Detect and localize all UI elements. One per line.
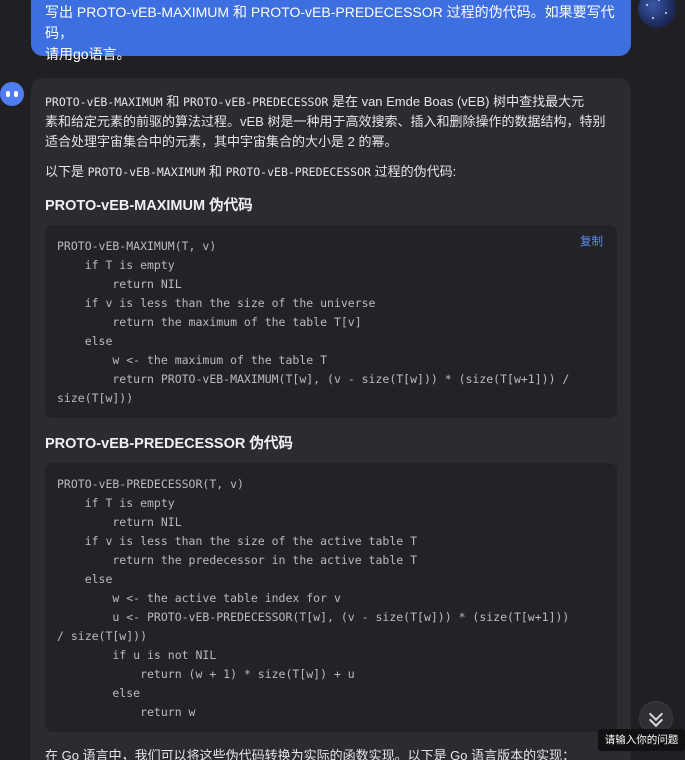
code-line: return w bbox=[57, 705, 196, 719]
code-line: return NIL bbox=[57, 515, 182, 529]
code-line: if u is not NIL bbox=[57, 648, 217, 662]
copy-button[interactable]: 复制 bbox=[580, 233, 603, 249]
code-line: size(T[w])) bbox=[57, 391, 134, 405]
user-message-bubble: 写出 PROTO-vEB-MAXIMUM 和 PROTO-vEB-PREDECE… bbox=[31, 0, 631, 62]
user-avatar-icon bbox=[638, 0, 676, 28]
code-line: w <- the active table index for v bbox=[57, 591, 341, 605]
code-line: if v is less than the size of the univer… bbox=[57, 296, 376, 310]
intro-and: 和 bbox=[162, 94, 183, 109]
intro-mono-maximum: PROTO-vEB-MAXIMUM bbox=[45, 95, 163, 109]
code-line: return the maximum of the table T[v] bbox=[57, 315, 362, 329]
lead-suffix: 过程的伪代码: bbox=[370, 164, 457, 179]
code-line: return PROTO-vEB-MAXIMUM(T[w], (v - size… bbox=[57, 372, 570, 386]
code-line: PROTO-vEB-PREDECESSOR(T, v) bbox=[57, 477, 244, 491]
lead-prefix: 以下是 bbox=[45, 164, 88, 179]
intro-line-2: 素和给定元素的前驱的算法过程。vEB 树是一种用于高效搜索、插入和删除操作的数据… bbox=[45, 114, 606, 129]
code-line: return (w + 1) * size(T[w]) + u bbox=[57, 667, 355, 681]
code-line: if T is empty bbox=[57, 496, 175, 510]
lead-and: 和 bbox=[205, 164, 226, 179]
outro-paragraph: 在 Go 语言中，我们可以将这些伪代码转换为实际的函数实现。以下是 Go 语言版… bbox=[45, 748, 576, 760]
code-line: if T is empty bbox=[57, 258, 175, 272]
intro-mono-predecessor: PROTO-vEB-PREDECESSOR bbox=[182, 95, 329, 109]
code-line: return NIL bbox=[57, 277, 182, 291]
code-line: / size(T[w])) bbox=[57, 629, 148, 643]
code-block-maximum: 复制 PROTO-vEB-MAXIMUM(T, v) if T is empty… bbox=[45, 225, 617, 418]
chat-page: 写出 PROTO-vEB-MAXIMUM 和 PROTO-vEB-PREDECE… bbox=[0, 0, 685, 760]
lead-paragraph: 以下是 PROTO-vEB-MAXIMUM 和 PROTO-vEB-PREDEC… bbox=[45, 162, 617, 182]
section-heading-predecessor: PROTO-vEB-PREDECESSOR 伪代码 bbox=[45, 436, 293, 452]
code-line: if v is less than the size of the active… bbox=[57, 534, 418, 548]
code-line: PROTO-vEB-MAXIMUM(T, v) bbox=[57, 239, 217, 253]
code-line: return the predecessor in the active tab… bbox=[57, 553, 418, 567]
bot-avatar-icon bbox=[0, 82, 24, 106]
code-line: u <- PROTO-vEB-PREDECESSOR(T[w], (v - si… bbox=[57, 610, 570, 624]
user-message-line-1: 写出 PROTO-vEB-MAXIMUM 和 PROTO-vEB-PREDECE… bbox=[45, 4, 615, 41]
code-block-predecessor: PROTO-vEB-PREDECESSOR(T, v) if T is empt… bbox=[45, 463, 617, 732]
user-message-line-2: 请用go语言。 bbox=[45, 46, 131, 62]
intro-paragraph: PROTO-vEB-MAXIMUM 和 PROTO-vEB-PREDECESSO… bbox=[45, 92, 617, 152]
code-line: else bbox=[57, 572, 113, 586]
input-tooltip: 请输入你的问题 bbox=[598, 729, 685, 751]
code-line: else bbox=[57, 686, 141, 700]
intro-line-3: 适合处理宇宙集合中的元素，其中宇宙集合的大小是 2 的幂。 bbox=[45, 134, 398, 149]
code-line: else bbox=[57, 334, 113, 348]
lead-mono-maximum: PROTO-vEB-MAXIMUM bbox=[87, 165, 206, 179]
section-heading-maximum: PROTO-vEB-MAXIMUM 伪代码 bbox=[45, 198, 253, 214]
code-line: w <- the maximum of the table T bbox=[57, 353, 328, 367]
bot-message-card: PROTO-vEB-MAXIMUM 和 PROTO-vEB-PREDECESSO… bbox=[31, 78, 631, 760]
lead-mono-predecessor: PROTO-vEB-PREDECESSOR bbox=[225, 165, 371, 179]
intro-rest-line-1: 是在 van Emde Boas (vEB) 树中查找最大元 bbox=[328, 94, 585, 109]
